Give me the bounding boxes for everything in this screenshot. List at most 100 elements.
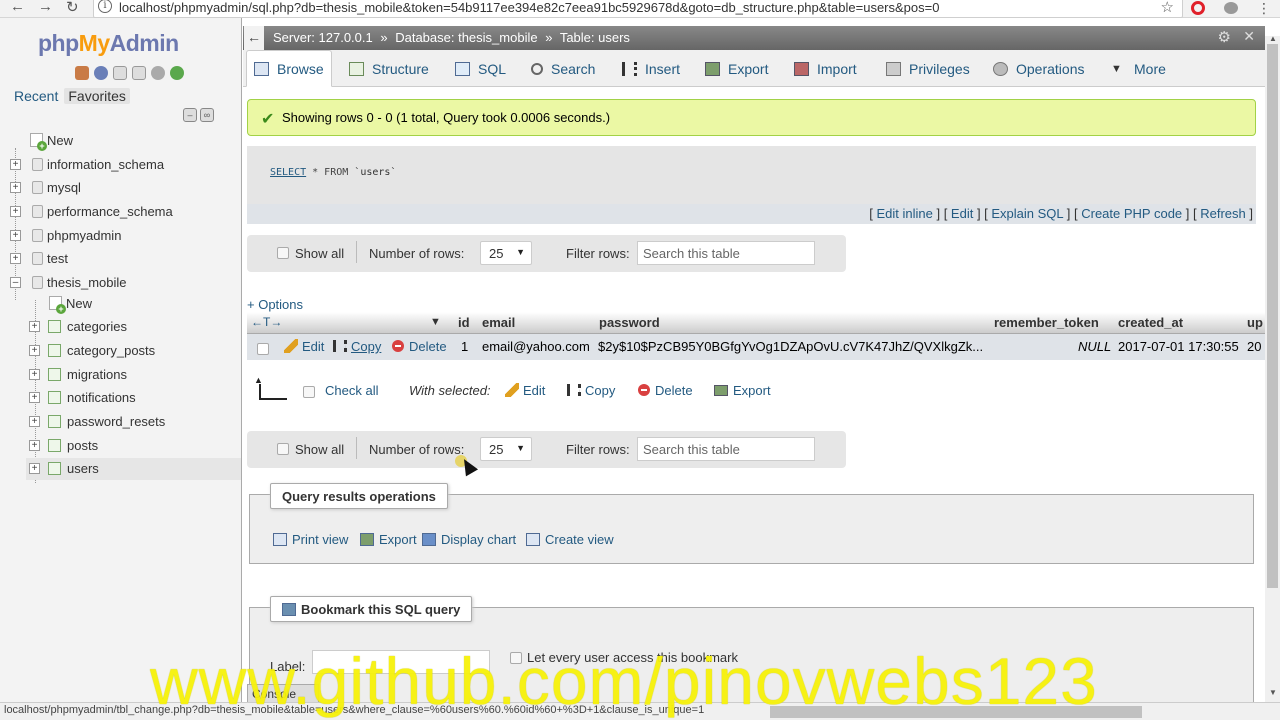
tree-item-test[interactable]: + test — [0, 248, 241, 270]
forward-arrow-icon[interactable]: → — [38, 0, 53, 15]
print-view-link[interactable]: Print view — [273, 532, 348, 547]
bookmark-star-icon[interactable]: ☆ — [1161, 0, 1174, 16]
expand-icon[interactable]: + — [10, 206, 21, 217]
expand-icon[interactable]: + — [10, 230, 21, 241]
url-text[interactable]: localhost/phpmyadmin/sql.php?db=thesis_m… — [119, 0, 939, 15]
bulk-copy-button[interactable]: Copy — [567, 383, 615, 398]
column-visibility-arrows[interactable]: ←T→ — [251, 315, 282, 329]
scroll-thumb[interactable] — [1267, 44, 1278, 588]
breadcrumb-table[interactable]: Table: users — [560, 30, 630, 45]
options-toggle[interactable]: + Options — [247, 297, 303, 312]
expand-icon[interactable]: + — [29, 321, 40, 332]
column-header-email[interactable]: email — [482, 315, 515, 330]
tree-item-migrations[interactable]: + migrations — [0, 364, 241, 386]
tree-item-performance-schema[interactable]: + performance_schema — [0, 201, 241, 223]
tab-structure[interactable]: Structure — [349, 50, 429, 87]
gear-icon[interactable]: ⚙ — [1218, 28, 1231, 46]
column-header-created-at[interactable]: created_at — [1118, 315, 1183, 330]
filter-rows-input[interactable]: Search this table — [637, 437, 815, 461]
tab-insert[interactable]: Insert — [622, 50, 680, 87]
tree-item-categories[interactable]: + categories — [0, 316, 241, 338]
tree-label[interactable]: mysql — [47, 180, 81, 195]
tree-label[interactable]: users — [67, 461, 99, 476]
tab-operations[interactable]: Operations — [993, 50, 1084, 87]
expand-icon[interactable]: + — [29, 416, 40, 427]
column-header-id[interactable]: id — [458, 315, 470, 330]
refresh-link[interactable]: Refresh — [1200, 206, 1246, 221]
filter-rows-input[interactable]: Search this table — [637, 241, 815, 265]
tab-sql[interactable]: SQL — [455, 50, 506, 87]
tree-item-thesis-mobile[interactable]: – thesis_mobile — [0, 272, 241, 294]
info-icon[interactable]: i — [98, 0, 112, 13]
tree-label[interactable]: password_resets — [67, 414, 165, 429]
tree-item-phpmyadmin[interactable]: + phpmyadmin — [0, 225, 241, 247]
tree-label[interactable]: posts — [67, 438, 98, 453]
home-icon[interactable] — [75, 66, 89, 80]
tab-recent[interactable]: Recent — [14, 88, 58, 104]
tree-item-password-resets[interactable]: + password_resets — [0, 411, 241, 433]
address-bar[interactable]: i localhost/phpmyadmin/sql.php?db=thesis… — [93, 0, 1183, 18]
expand-icon[interactable]: + — [29, 440, 40, 451]
expand-icon[interactable]: + — [29, 392, 40, 403]
expand-icon[interactable]: + — [29, 463, 40, 474]
logout-icon[interactable] — [94, 66, 108, 80]
check-all-checkbox[interactable] — [303, 386, 315, 398]
tree-label[interactable]: New — [66, 296, 92, 311]
expand-icon[interactable]: + — [10, 182, 21, 193]
vertical-scrollbar[interactable]: ▲ ▼ — [1265, 34, 1280, 702]
row-edit-link[interactable]: Edit — [284, 339, 324, 354]
back-arrow-icon[interactable]: ← — [10, 0, 25, 15]
column-header-remember-token[interactable]: remember_token — [994, 315, 1099, 330]
tree-item-mysql[interactable]: + mysql — [0, 177, 241, 199]
expand-icon[interactable]: + — [10, 253, 21, 264]
rows-select[interactable]: 25 ▼ — [480, 437, 532, 461]
rows-select[interactable]: 25 ▼ — [480, 241, 532, 265]
cell-updated-at[interactable]: 20 — [1247, 339, 1261, 354]
breadcrumb-server[interactable]: Server: 127.0.0.1 — [273, 30, 373, 45]
edit-link[interactable]: Edit — [951, 206, 973, 221]
collapse-icon[interactable]: – — [10, 277, 21, 288]
tab-browse[interactable]: Browse — [246, 50, 332, 87]
column-header-password[interactable]: password — [599, 315, 660, 330]
sql-keyword[interactable]: SELECT — [270, 167, 306, 178]
collapse-sidebar-icon[interactable]: ← — [244, 26, 264, 50]
column-header-updated-at[interactable]: up — [1247, 315, 1263, 330]
tab-favorites[interactable]: Favorites — [64, 88, 130, 104]
breadcrumb-database[interactable]: Database: thesis_mobile — [395, 30, 537, 45]
tree-item-information-schema[interactable]: + information_schema — [0, 154, 241, 176]
expand-icon[interactable]: + — [29, 345, 40, 356]
show-all-label[interactable]: Show all — [295, 442, 344, 457]
row-delete-link[interactable]: Delete — [392, 339, 447, 354]
bulk-edit-button[interactable]: Edit — [505, 383, 545, 398]
expand-icon[interactable]: + — [29, 369, 40, 380]
tree-label[interactable]: category_posts — [67, 343, 155, 358]
link-with-main-icon[interactable]: ∞ — [200, 108, 214, 122]
tree-item-new-table[interactable]: New — [0, 293, 241, 315]
reload-icon[interactable]: ↻ — [66, 0, 79, 16]
cell-remember-token[interactable]: NULL — [1078, 339, 1111, 354]
tab-privileges[interactable]: Privileges — [886, 50, 970, 87]
explain-sql-link[interactable]: Explain SQL — [991, 206, 1063, 221]
row-checkbox[interactable] — [257, 343, 269, 355]
tab-export[interactable]: Export — [705, 50, 768, 87]
collapse-all-icon[interactable]: – — [183, 108, 197, 122]
tree-item-posts[interactable]: + posts — [0, 435, 241, 457]
export-link[interactable]: Export — [360, 532, 417, 547]
scroll-up-icon[interactable]: ▲ — [1269, 34, 1277, 43]
sort-dropdown-icon[interactable]: ▼ — [430, 316, 441, 328]
tree-item-users[interactable]: + users — [26, 458, 241, 480]
tree-label[interactable]: thesis_mobile — [47, 275, 127, 290]
create-php-code-link[interactable]: Create PHP code — [1081, 206, 1182, 221]
tree-item-notifications[interactable]: + notifications — [0, 387, 241, 409]
expand-icon[interactable]: + — [10, 159, 21, 170]
tree-label[interactable]: categories — [67, 319, 127, 334]
edit-inline-link[interactable]: Edit inline — [876, 206, 932, 221]
tree-label[interactable]: phpmyadmin — [47, 228, 121, 243]
tree-label[interactable]: notifications — [67, 390, 136, 405]
tree-label[interactable]: test — [47, 251, 68, 266]
tab-import[interactable]: Import — [794, 50, 857, 87]
show-all-label[interactable]: Show all — [295, 246, 344, 261]
reload-nav-icon[interactable] — [170, 66, 184, 80]
cell-created-at[interactable]: 2017-07-01 17:30:55 — [1118, 339, 1239, 354]
bulk-export-button[interactable]: Export — [714, 383, 771, 398]
